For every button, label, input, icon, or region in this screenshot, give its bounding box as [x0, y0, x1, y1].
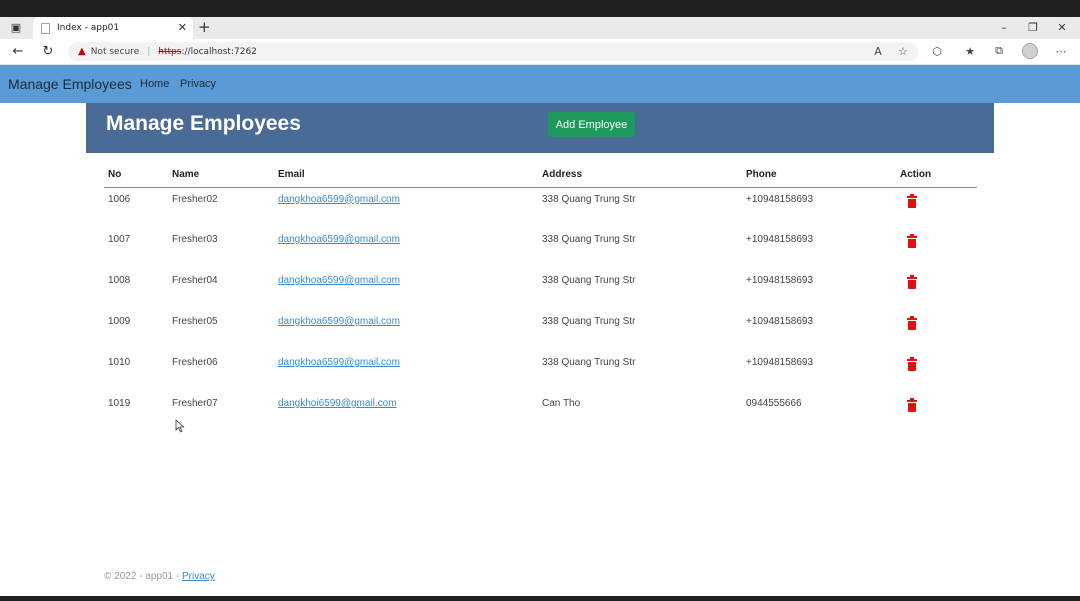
page-footer: © 2022 - app01 - Privacy [104, 571, 215, 582]
tab-actions-icon[interactable]: ▣ [8, 19, 24, 35]
security-label: Not secure [90, 46, 140, 57]
refresh-icon[interactable]: ↻ [40, 43, 56, 59]
cell-address: 338 Quang Trung Str [542, 193, 636, 205]
email-link[interactable]: dangkhoa6599@gmail.com [278, 316, 400, 327]
trash-icon[interactable] [907, 234, 917, 248]
url-host: ://localhost:7262 [181, 46, 257, 57]
cell-address: 338 Quang Trung Str [542, 275, 636, 286]
cell-action [896, 228, 977, 269]
nav-link-home[interactable]: Home [140, 78, 169, 90]
column-header-action: Action [896, 163, 977, 188]
table-header-row: No Name Email Address Phone Action [104, 163, 977, 188]
cell-address: 338 Quang Trung Str [542, 316, 636, 327]
cell-address: 338 Quang Trung Str [542, 357, 636, 368]
table-row: 1008 Fresher04 dangkhoa6599@gmail.com 33… [104, 269, 977, 310]
cell-no: 1006 [108, 193, 131, 205]
cell-action [896, 310, 977, 351]
cell-phone: 0944555666 [746, 398, 802, 409]
page-favicon-icon [41, 22, 50, 34]
cell-email: dangkhoi6599@gmail.com [274, 392, 538, 433]
cell-name: Fresher04 [172, 275, 218, 286]
email-link[interactable]: dangkhoa6599@gmail.com [278, 275, 400, 286]
trash-icon[interactable] [907, 275, 917, 289]
table-row: 1007 Fresher03 dangkhoa6599@gmail.com 33… [104, 228, 977, 269]
trash-icon[interactable] [907, 316, 917, 330]
favorites-icon[interactable]: ★ [962, 43, 978, 59]
footer-text: © 2022 - app01 - [104, 571, 180, 582]
back-arrow-icon[interactable]: ← [10, 43, 26, 59]
browser-tab[interactable]: Index - app01 ✕ [33, 17, 193, 39]
favorite-star-icon[interactable]: ☆ [895, 43, 911, 59]
cell-action [896, 351, 977, 392]
page-title: Manage Employees [106, 112, 301, 135]
cell-no: 1007 [108, 234, 131, 245]
site-brand[interactable]: Manage Employees [8, 76, 132, 92]
cell-phone: +10948158693 [746, 193, 814, 205]
mouse-cursor-icon [175, 419, 185, 433]
column-header-phone: Phone [742, 163, 896, 188]
email-link[interactable]: dangkhoa6599@gmail.com [278, 234, 400, 245]
cell-email: dangkhoa6599@gmail.com [274, 269, 538, 310]
add-employee-button[interactable]: Add Employee [548, 112, 635, 137]
cell-address: 338 Quang Trung Str [542, 234, 636, 245]
cell-email: dangkhoa6599@gmail.com [274, 228, 538, 269]
cell-name: Fresher03 [172, 234, 218, 245]
warning-icon: ▲ [78, 46, 86, 57]
cell-name: Fresher05 [172, 316, 218, 327]
cell-name: Fresher06 [172, 357, 218, 368]
footer-privacy-link[interactable]: Privacy [182, 571, 215, 582]
trash-icon[interactable] [907, 193, 917, 208]
table-row: 1009 Fresher05 dangkhoa6599@gmail.com 33… [104, 310, 977, 351]
email-link[interactable]: dangkhoa6599@gmail.com [278, 194, 400, 205]
cell-email: dangkhoa6599@gmail.com [274, 310, 538, 351]
tab-close-icon[interactable]: ✕ [178, 21, 187, 34]
window-close-icon[interactable]: ✕ [1054, 19, 1070, 35]
column-header-address: Address [538, 163, 742, 188]
nav-link-privacy[interactable]: Privacy [180, 78, 216, 90]
cell-phone: +10948158693 [746, 316, 814, 327]
trash-icon[interactable] [907, 398, 917, 412]
cell-phone: +10948158693 [746, 357, 814, 368]
read-aloud-icon[interactable]: A [870, 43, 886, 59]
tab-title: Index - app01 [57, 23, 120, 33]
cell-address: Can Tho [542, 398, 581, 409]
cell-no: 1009 [108, 316, 131, 327]
email-link[interactable]: dangkhoi6599@gmail.com [278, 398, 397, 409]
cell-action [896, 392, 977, 433]
column-header-no: No [104, 163, 168, 188]
email-link[interactable]: dangkhoa6599@gmail.com [278, 357, 400, 368]
cell-email: dangkhoa6599@gmail.com [274, 187, 538, 228]
new-tab-icon[interactable]: + [198, 18, 211, 36]
url-scheme: https [158, 46, 182, 57]
cell-email: dangkhoa6599@gmail.com [274, 351, 538, 392]
table-row: 1019 Fresher07 dangkhoi6599@gmail.com Ca… [104, 392, 977, 433]
cell-name: Fresher02 [172, 193, 218, 205]
url-field[interactable]: ▲ Not secure | https ://localhost:7262 [68, 42, 918, 61]
trash-icon[interactable] [907, 357, 917, 371]
maximize-icon[interactable]: ❐ [1025, 19, 1041, 35]
cell-no: 1019 [108, 398, 131, 409]
profile-avatar-icon[interactable] [1022, 43, 1038, 59]
table-row: 1010 Fresher06 dangkhoa6599@gmail.com 33… [104, 351, 977, 392]
cell-action [896, 269, 977, 310]
column-header-email: Email [274, 163, 538, 188]
cell-action [896, 187, 977, 228]
cell-no: 1010 [108, 357, 131, 368]
extensions-icon[interactable]: ⬡ [929, 43, 945, 59]
minimize-icon[interactable]: – [996, 19, 1012, 35]
cell-phone: +10948158693 [746, 234, 814, 245]
employee-table: No Name Email Address Phone Action 1006 … [104, 163, 977, 433]
cell-no: 1008 [108, 275, 131, 286]
column-header-name: Name [168, 163, 274, 188]
url-separator: | [147, 46, 151, 57]
table-row: 1006 Fresher02 dangkhoa6599@gmail.com 33… [104, 187, 977, 228]
os-bottom-bar [0, 596, 1080, 601]
more-menu-icon[interactable]: ⋯ [1053, 43, 1069, 59]
os-top-bar [0, 0, 1080, 17]
collections-icon[interactable]: ⧉ [991, 43, 1007, 59]
cell-phone: +10948158693 [746, 275, 814, 286]
